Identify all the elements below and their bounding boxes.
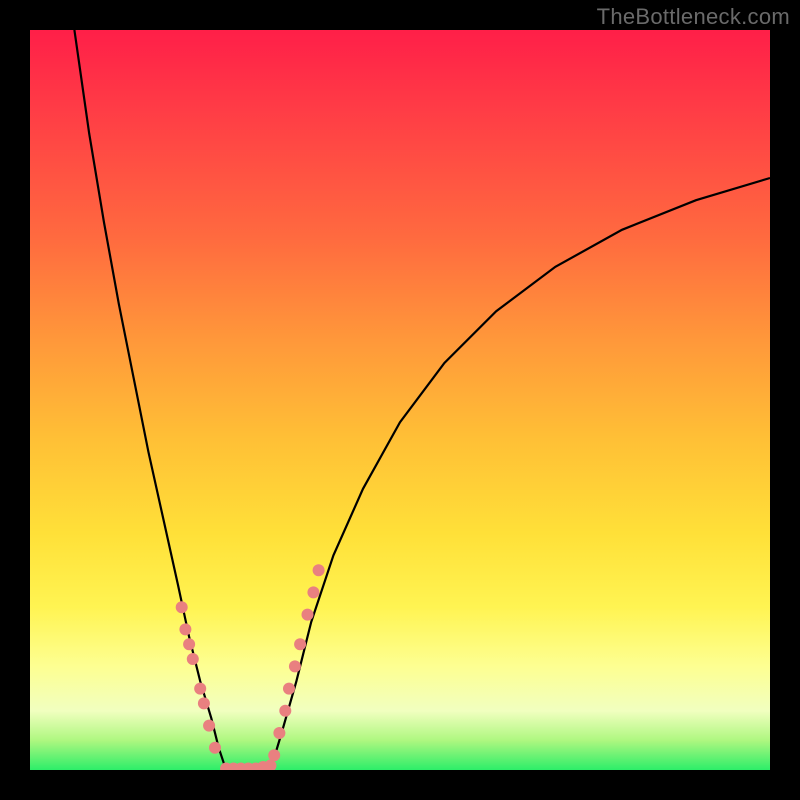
data-marker	[183, 638, 195, 650]
data-marker	[187, 653, 199, 665]
data-marker	[198, 697, 210, 709]
data-marker	[203, 720, 215, 732]
data-marker	[273, 727, 285, 739]
data-marker	[294, 638, 306, 650]
data-marker	[279, 705, 291, 717]
chart-svg	[30, 30, 770, 770]
data-marker	[194, 683, 206, 695]
plot-area	[30, 30, 770, 770]
curve-path-right	[271, 178, 771, 770]
curve-path-left	[74, 30, 226, 770]
data-marker	[302, 609, 314, 621]
data-marker	[176, 601, 188, 613]
data-marker	[307, 586, 319, 598]
data-marker	[179, 623, 191, 635]
markers-group	[176, 564, 325, 770]
watermark-text: TheBottleneck.com	[597, 4, 790, 30]
chart-frame: TheBottleneck.com	[0, 0, 800, 800]
data-marker	[268, 749, 280, 761]
data-marker	[209, 742, 221, 754]
data-marker	[283, 683, 295, 695]
data-marker	[313, 564, 325, 576]
curve-group	[74, 30, 770, 770]
data-marker	[289, 660, 301, 672]
